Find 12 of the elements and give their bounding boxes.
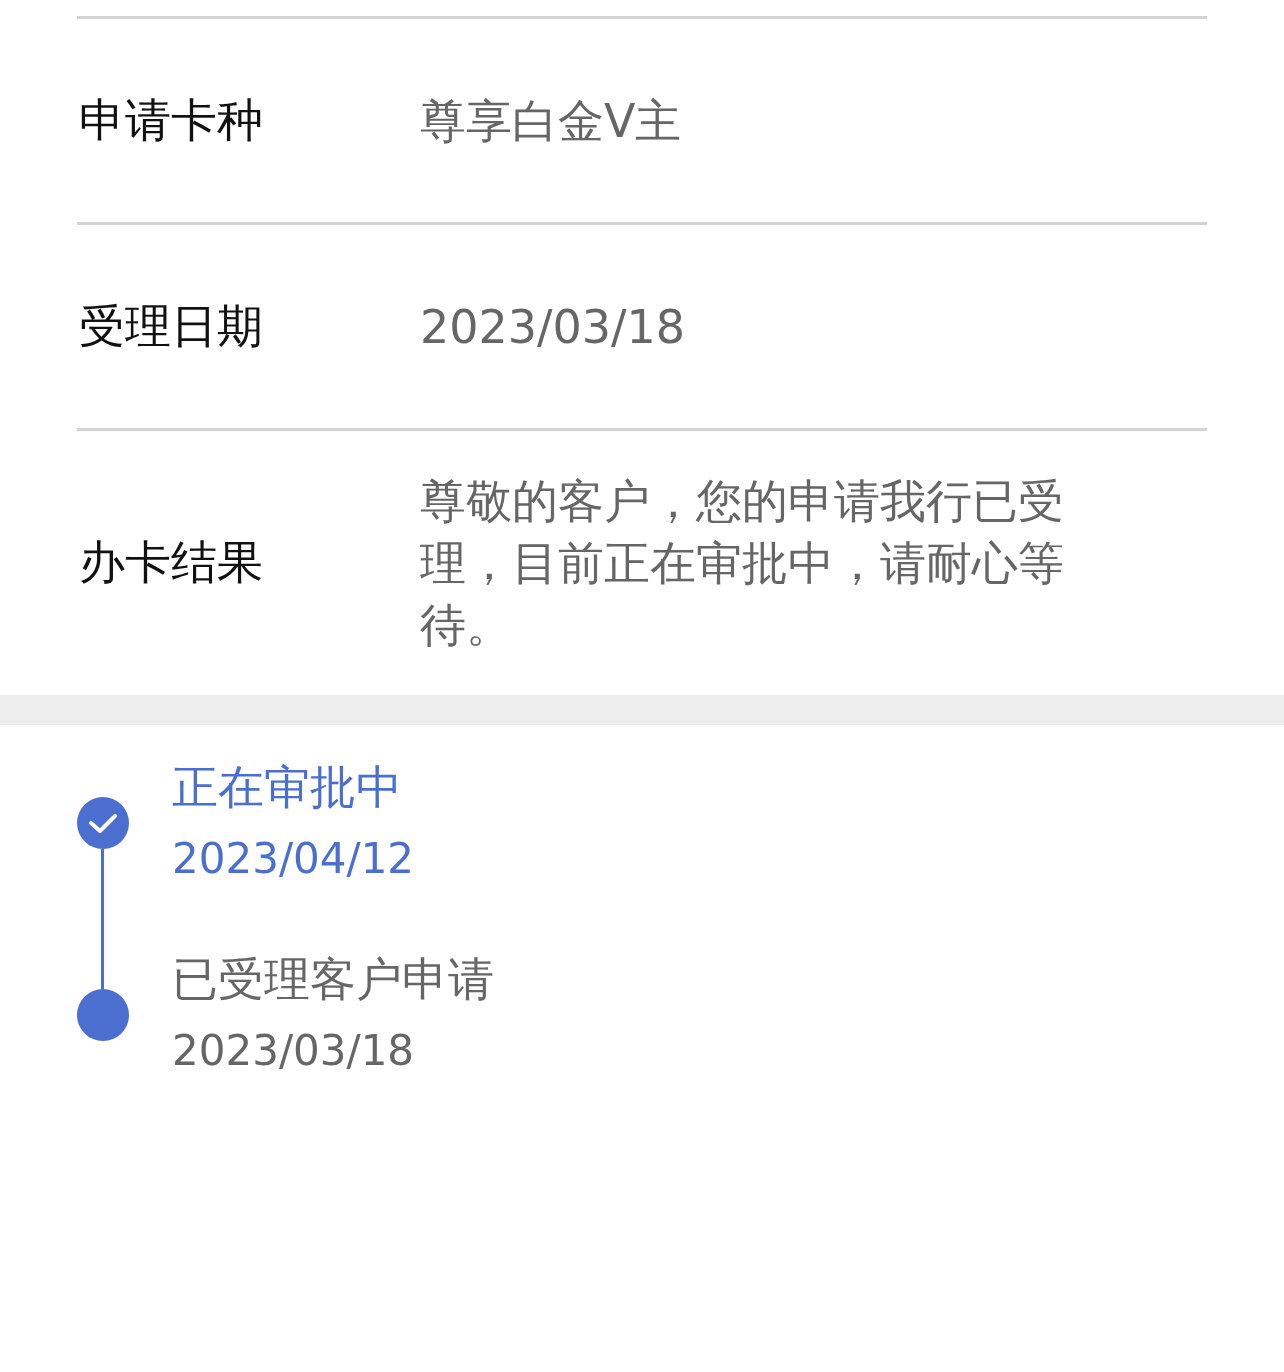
step-date: 2023/04/12 [172, 833, 415, 885]
field-value: 尊享白金V主 [420, 92, 683, 150]
field-label: 受理日期 [78, 297, 264, 355]
field-value: 尊敬的客户，您的申请我行已受理，目前正在审批中，请耐心等待。 [420, 473, 1065, 654]
field-label: 办卡结果 [78, 534, 264, 591]
step-title: 正在审批中 [172, 759, 403, 816]
field-label: 申请卡种 [78, 91, 264, 149]
step-title: 已受理客户申请 [172, 951, 494, 1008]
field-value: 2023/03/18 [420, 298, 687, 356]
check-circle-icon [77, 797, 129, 849]
timeline-dot [77, 989, 129, 1041]
step-date: 2023/03/18 [172, 1025, 416, 1077]
